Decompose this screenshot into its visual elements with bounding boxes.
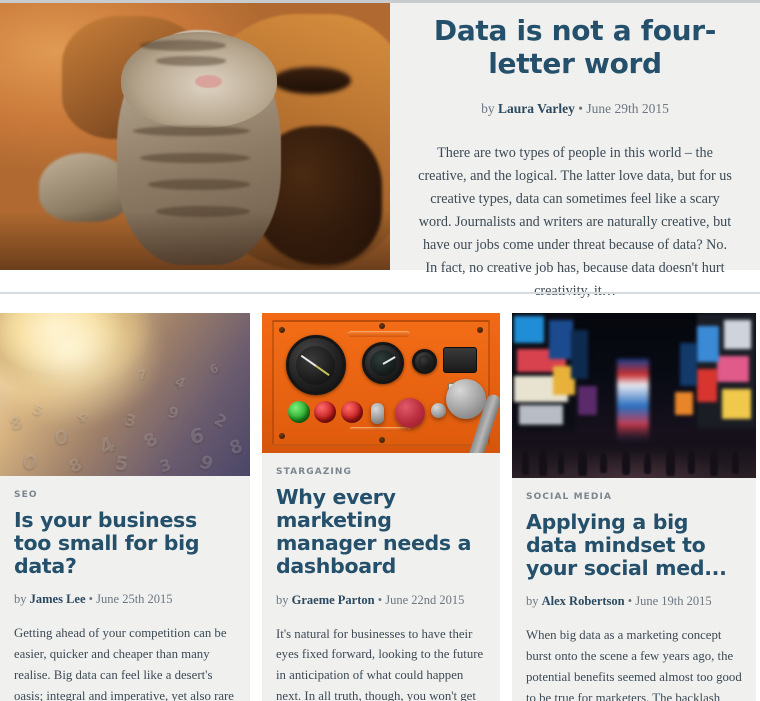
article-card-date: June 19th 2015	[635, 594, 712, 609]
article-card-body: STARGAZING Why every marketing manager n…	[262, 453, 500, 701]
card-byline-prefix: by	[526, 594, 542, 609]
article-card-category[interactable]: SOCIAL MEDIA	[526, 492, 742, 502]
article-card-author[interactable]: Graeme Parton	[292, 593, 375, 607]
article-card-body: SEO Is your business too small for big d…	[0, 476, 250, 701]
featured-article-image[interactable]	[0, 3, 390, 270]
section-divider	[0, 292, 760, 294]
article-card-body: SOCIAL MEDIA Applying a big data mindset…	[512, 478, 756, 701]
card-meta-separator: •	[624, 594, 636, 609]
article-card-title[interactable]: Applying a big data mindset to your soci…	[526, 510, 742, 580]
featured-article-title[interactable]: Data is not a four-letter word	[416, 13, 734, 81]
featured-article-body: Data is not a four-letter word by Laura …	[390, 3, 760, 299]
article-card-category[interactable]: STARGAZING	[276, 467, 486, 477]
article-card-image[interactable]: 8 5 0 4 4 3 8 9 6 2 8 0 8 5 3 9 7	[0, 313, 250, 476]
knob	[430, 402, 446, 418]
article-card-excerpt: Getting ahead of your competition can be…	[14, 626, 234, 701]
article-card-meta: by Graeme Parton • June 22nd 2015	[276, 593, 486, 608]
valve-wheel	[445, 378, 486, 419]
article-card-author[interactable]: James Lee	[30, 592, 86, 606]
article-card-meta: by Alex Robertson • June 19th 2015	[526, 594, 742, 609]
featured-author[interactable]: Laura Varley	[498, 101, 575, 116]
key-switch	[371, 402, 385, 424]
article-card-category[interactable]: SEO	[14, 490, 236, 500]
featured-meta-separator: •	[574, 100, 587, 116]
card-meta-separator: •	[85, 592, 97, 607]
crowd	[512, 421, 756, 478]
indicator-lamp-red-2	[340, 401, 363, 424]
article-card[interactable]: 8 5 0 4 4 3 8 9 6 2 8 0 8 5 3 9 7	[0, 313, 250, 701]
featured-article[interactable]: Data is not a four-letter word by Laura …	[0, 3, 760, 299]
gauge-large-icon	[285, 335, 346, 396]
article-card-image[interactable]	[512, 313, 756, 478]
featured-byline-prefix: by	[481, 100, 498, 116]
card-byline-prefix: by	[276, 592, 292, 607]
featured-date: June 29th 2015	[586, 100, 669, 116]
article-card-title[interactable]: Is your business too small for big data?	[14, 508, 236, 578]
control-module-box	[442, 346, 477, 373]
article-card-excerpt: When big data as a marketing concept bur…	[526, 628, 742, 701]
article-card-image[interactable]	[262, 313, 500, 453]
card-byline-prefix: by	[14, 592, 30, 607]
article-card-excerpt: It's natural for businesses to have thei…	[276, 626, 484, 701]
card-meta-separator: •	[374, 592, 386, 607]
article-card[interactable]: STARGAZING Why every marketing manager n…	[262, 313, 500, 701]
featured-article-meta: by Laura Varley • June 29th 2015	[416, 101, 734, 117]
article-card-date: June 22nd 2015	[385, 592, 465, 607]
article-card-date: June 25th 2015	[96, 592, 173, 607]
article-card-meta: by James Lee • June 25th 2015	[14, 592, 236, 607]
article-card-author[interactable]: Alex Robertson	[542, 594, 625, 608]
featured-article-excerpt: There are two types of people in this wo…	[418, 144, 732, 299]
article-card-title[interactable]: Why every marketing manager needs a dash…	[276, 485, 486, 579]
article-listing-page: Data is not a four-letter word by Laura …	[0, 0, 760, 701]
article-card-row: 8 5 0 4 4 3 8 9 6 2 8 0 8 5 3 9 7	[0, 313, 760, 701]
article-card[interactable]: SOCIAL MEDIA Applying a big data mindset…	[512, 313, 756, 701]
